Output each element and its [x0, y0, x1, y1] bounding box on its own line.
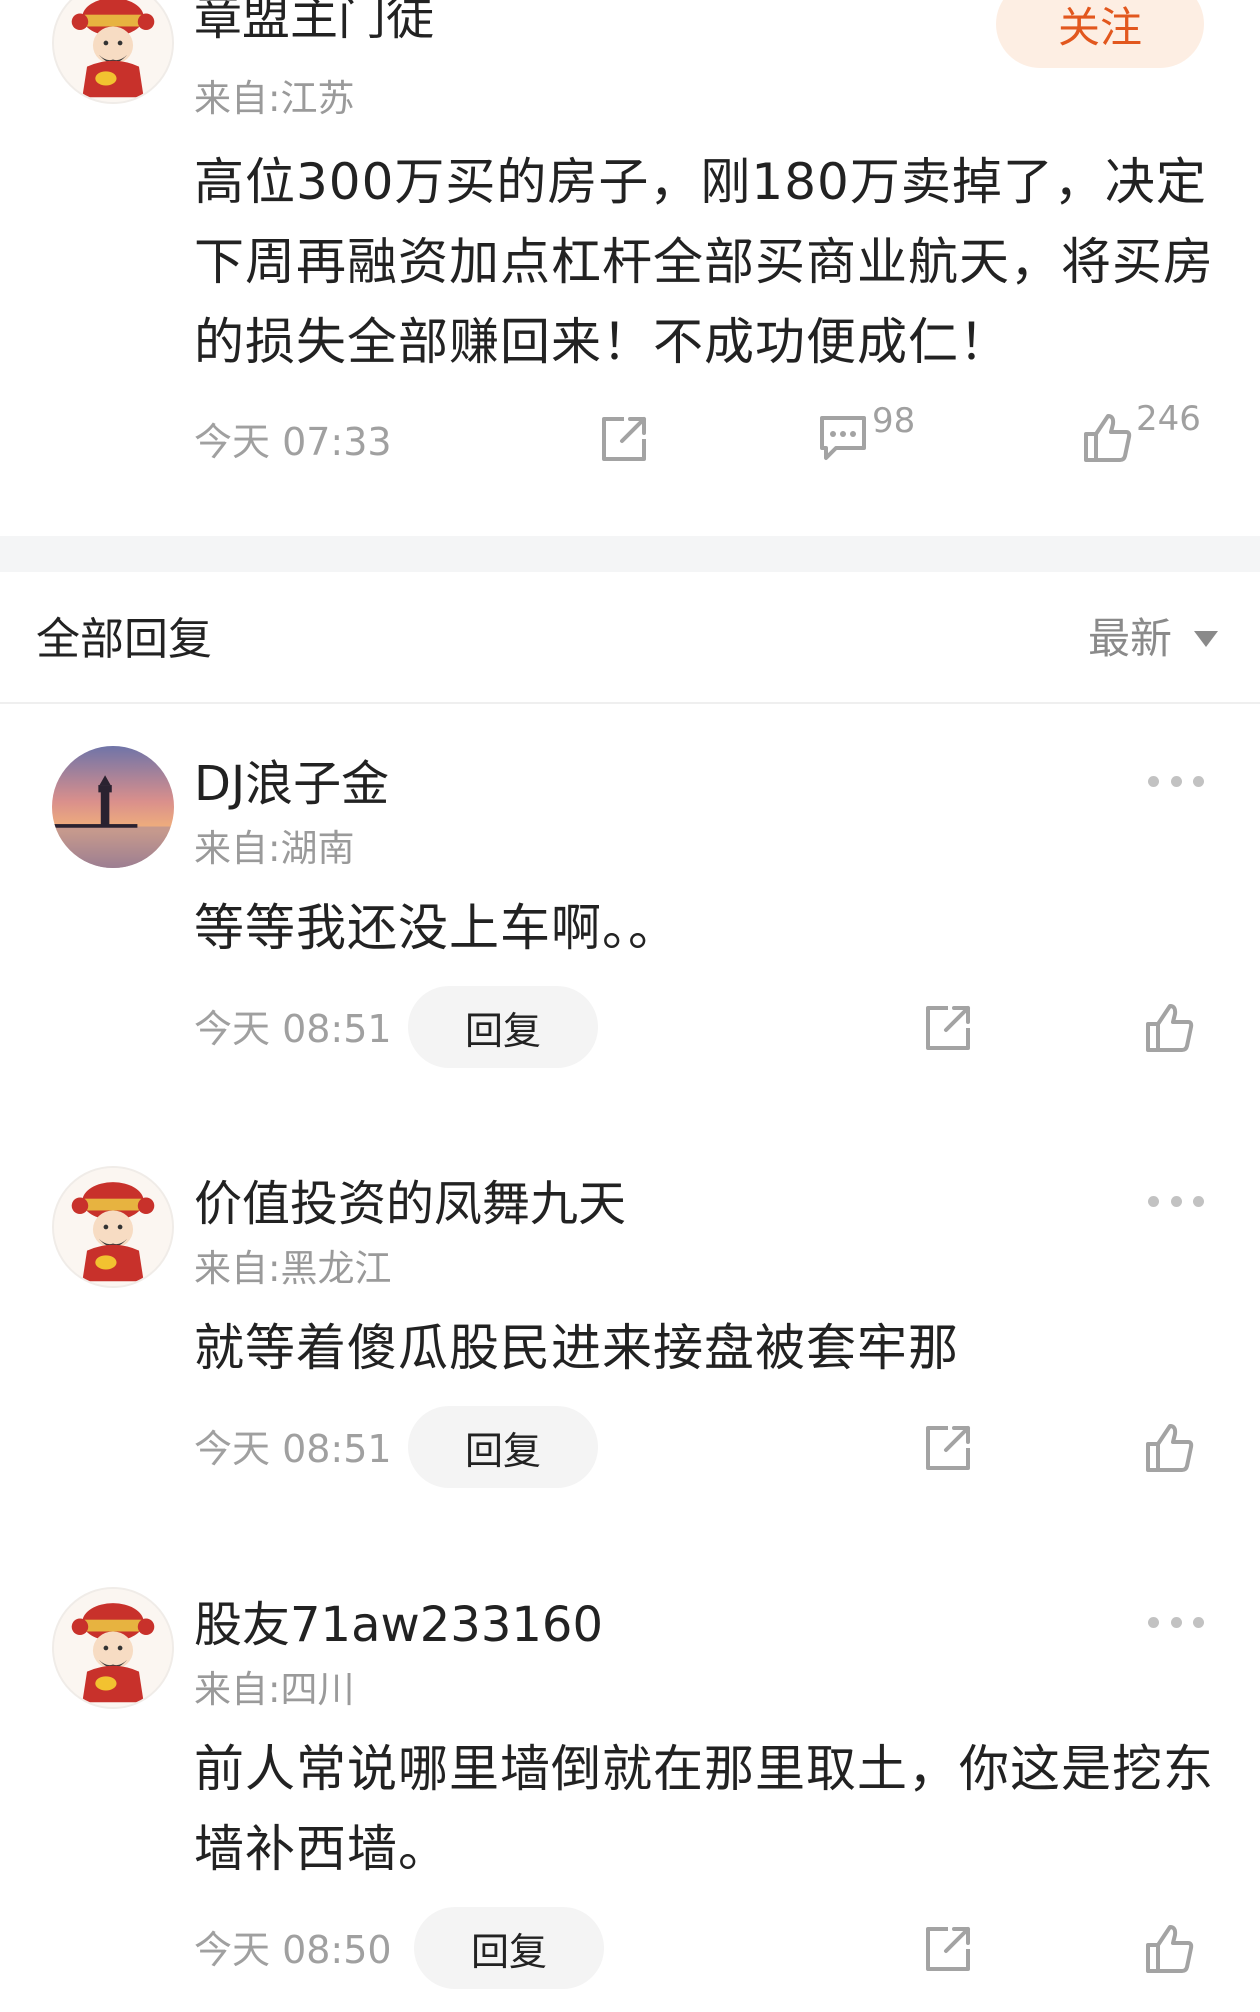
replies-header-title: 全部回复	[36, 614, 212, 665]
header-divider	[0, 702, 1260, 704]
more-options-icon[interactable]	[1148, 771, 1204, 791]
like-icon[interactable]	[1142, 1420, 1196, 1474]
like-count: 246	[1136, 399, 1201, 439]
comment-count: 98	[872, 401, 916, 441]
reply-button[interactable]: 回复	[414, 1907, 604, 1989]
commenter-username[interactable]: 股友71aw233160	[194, 1601, 603, 1649]
comment-content: 前人常说哪里墙倒就在那里取土，你这是挖东墙补西墙。	[194, 1740, 1214, 1878]
commenter-avatar[interactable]	[52, 1587, 174, 1709]
reply-button[interactable]: 回复	[408, 1406, 598, 1488]
commenter-username[interactable]: 价值投资的凤舞九天	[194, 1180, 626, 1228]
like-icon[interactable]	[1142, 1000, 1196, 1054]
more-options-icon[interactable]	[1148, 1191, 1204, 1211]
commenter-avatar[interactable]	[52, 1166, 174, 1288]
god-of-wealth-avatar	[54, 1168, 172, 1286]
commenter-location: 来自:四川	[194, 1668, 355, 1711]
author-location: 来自:江苏	[194, 77, 355, 120]
comment-content: 就等着傻瓜股民进来接盘被套牢那	[194, 1319, 959, 1377]
comment-icon[interactable]	[816, 412, 870, 464]
commenter-username[interactable]: DJ浪子金	[194, 760, 389, 808]
section-separator	[0, 536, 1260, 572]
share-icon[interactable]	[598, 413, 650, 465]
comment-time: 今天 08:51	[194, 1427, 392, 1471]
comment-content: 等等我还没上车啊。。	[194, 899, 679, 957]
commenter-avatar[interactable]	[52, 746, 174, 868]
lighthouse-sunset-avatar	[52, 746, 174, 868]
share-icon[interactable]	[922, 1923, 974, 1975]
author-username[interactable]: 章盟主门徒	[194, 0, 434, 42]
dropdown-triangle-icon	[1194, 631, 1219, 647]
reply-button[interactable]: 回复	[408, 986, 598, 1068]
post-content: 高位300万买的房子，刚180万卖掉了，决定下周再融资加点杠杆全部买商业航天，将…	[194, 153, 1214, 371]
commenter-location: 来自:湖南	[194, 827, 355, 870]
author-avatar[interactable]	[52, 0, 174, 104]
sort-label: 最新	[1088, 614, 1173, 663]
god-of-wealth-avatar	[54, 0, 172, 102]
more-options-icon[interactable]	[1148, 1612, 1204, 1632]
sort-dropdown[interactable]: 最新	[1088, 614, 1219, 663]
comment-time: 今天 08:50	[194, 1928, 392, 1972]
share-icon[interactable]	[922, 1002, 974, 1054]
share-icon[interactable]	[922, 1422, 974, 1474]
follow-button[interactable]: 关注	[996, 0, 1204, 68]
god-of-wealth-avatar	[54, 1589, 172, 1707]
like-icon[interactable]	[1080, 410, 1134, 464]
like-icon[interactable]	[1142, 1921, 1196, 1975]
commenter-location: 来自:黑龙江	[194, 1247, 392, 1290]
post-time: 今天 07:33	[194, 420, 392, 464]
comment-time: 今天 08:51	[194, 1007, 392, 1051]
